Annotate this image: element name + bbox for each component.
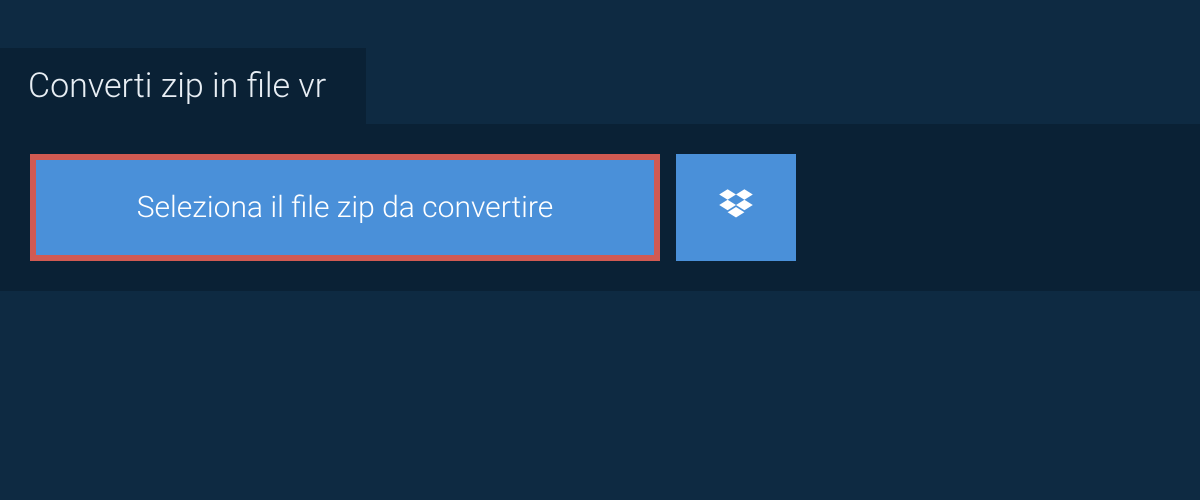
select-file-button[interactable]: Seleziona il file zip da convertire [30,154,660,261]
page-title: Converti zip in file vr [28,66,326,106]
tab-header: Converti zip in file vr [0,48,366,124]
converter-panel: Seleziona il file zip da convertire [0,124,1200,291]
select-file-label: Seleziona il file zip da convertire [137,190,554,225]
dropbox-button[interactable] [676,154,796,261]
dropbox-icon [715,185,757,231]
